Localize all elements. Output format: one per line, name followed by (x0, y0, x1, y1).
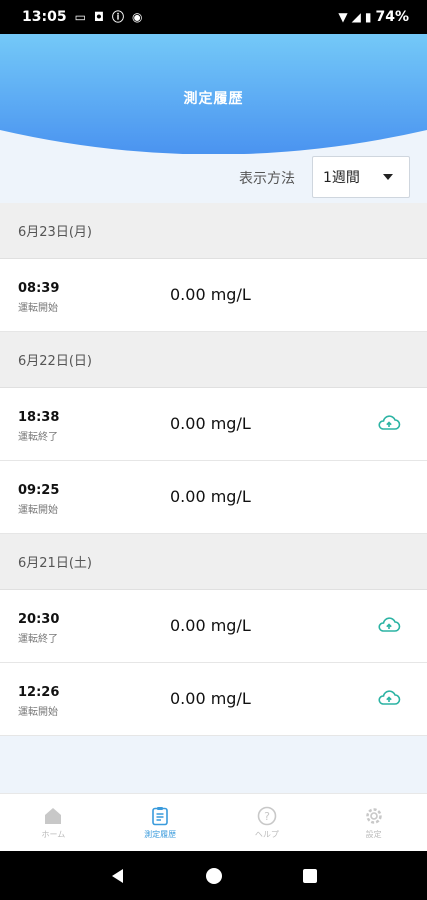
record-status: 運転終了 (18, 634, 58, 645)
status-time: 13:05 (22, 9, 67, 25)
display-period-row: 表示方法 1週間 (0, 154, 427, 202)
help-icon: ? (257, 806, 277, 826)
info-icon: ⓘ (112, 10, 125, 24)
record-row[interactable]: 20:30 運転終了 0.00 mg/L (0, 590, 427, 663)
notification-icon: ▭ (74, 10, 86, 24)
gear-icon (365, 808, 382, 824)
record-status: 運転開始 (18, 707, 58, 718)
battery-icon: ▮ (364, 10, 372, 24)
header: 測定履歴 (0, 34, 427, 154)
wifi-icon: ▼ (338, 10, 348, 24)
date-header: 6月22日(日) (0, 332, 427, 388)
home-button-icon[interactable] (205, 867, 223, 885)
status-bar: 13:05 ▭ ◘ ⓘ ◉ ▼ ◢ ▮ 74% (0, 0, 427, 34)
cloud-upload-icon (378, 690, 401, 705)
period-selected-value: 1週間 (323, 170, 360, 186)
svg-text:?: ? (264, 810, 270, 823)
record-value: 0.00 mg/L (170, 414, 251, 433)
record-time: 18:38 (18, 410, 60, 425)
record-row[interactable]: 08:39 運転開始 0.00 mg/L (0, 259, 427, 332)
status-right: ▼ ◢ ▮ 74% (338, 9, 409, 25)
record-time: 08:39 (18, 281, 60, 296)
home-icon (45, 808, 62, 824)
bottom-nav: ホーム 測定履歴 ? ヘルプ 設定 (0, 793, 427, 851)
record-status: 運転開始 (18, 505, 58, 516)
system-nav-bar (0, 851, 427, 900)
nav-label-settings: 設定 (365, 830, 382, 839)
record-status: 運転開始 (18, 303, 58, 314)
cloud-upload-icon (378, 415, 401, 430)
date-header: 6月23日(月) (0, 203, 427, 259)
record-value: 0.00 mg/L (170, 285, 251, 304)
chevron-down-icon (383, 174, 393, 180)
record-time: 12:26 (18, 685, 60, 700)
record-value: 0.00 mg/L (170, 616, 251, 635)
record-value: 0.00 mg/L (170, 689, 251, 708)
record-row[interactable]: 09:25 運転開始 0.00 mg/L (0, 461, 427, 534)
signal-icon: ◢ (351, 10, 361, 24)
record-time: 09:25 (18, 483, 60, 498)
history-list: 6月23日(月) 08:39 運転開始 0.00 mg/L 6月22日(日) 1… (0, 203, 427, 736)
period-dropdown[interactable]: 1週間 (312, 156, 410, 198)
status-left: 13:05 ▭ ◘ ⓘ ◉ (22, 9, 143, 25)
record-value: 0.00 mg/L (170, 487, 251, 506)
nav-label-history: 測定履歴 (144, 830, 177, 839)
cloud-upload-icon (378, 617, 401, 632)
battery-percent: 74% (375, 9, 409, 25)
recents-icon[interactable] (302, 868, 318, 884)
clipboard-icon (152, 807, 168, 826)
back-icon[interactable] (109, 867, 127, 885)
record-row[interactable]: 18:38 運転終了 0.00 mg/L (0, 388, 427, 461)
nav-item-home[interactable]: ホーム (0, 794, 107, 851)
nav-item-history[interactable]: 測定履歴 (107, 794, 214, 851)
record-status: 運転終了 (18, 432, 58, 443)
page-title: 測定履歴 (183, 91, 244, 107)
nav-item-help[interactable]: ? ヘルプ (214, 794, 321, 851)
app-icon: ◉ (132, 10, 143, 24)
message-icon: ◘ (93, 10, 105, 24)
record-row[interactable]: 12:26 運転開始 0.00 mg/L (0, 663, 427, 736)
record-time: 20:30 (18, 612, 60, 627)
nav-label-home: ホーム (41, 830, 66, 839)
date-header: 6月21日(土) (0, 534, 427, 590)
nav-item-settings[interactable]: 設定 (320, 794, 427, 851)
display-method-label: 表示方法 (239, 171, 295, 187)
nav-label-help: ヘルプ (254, 830, 279, 839)
